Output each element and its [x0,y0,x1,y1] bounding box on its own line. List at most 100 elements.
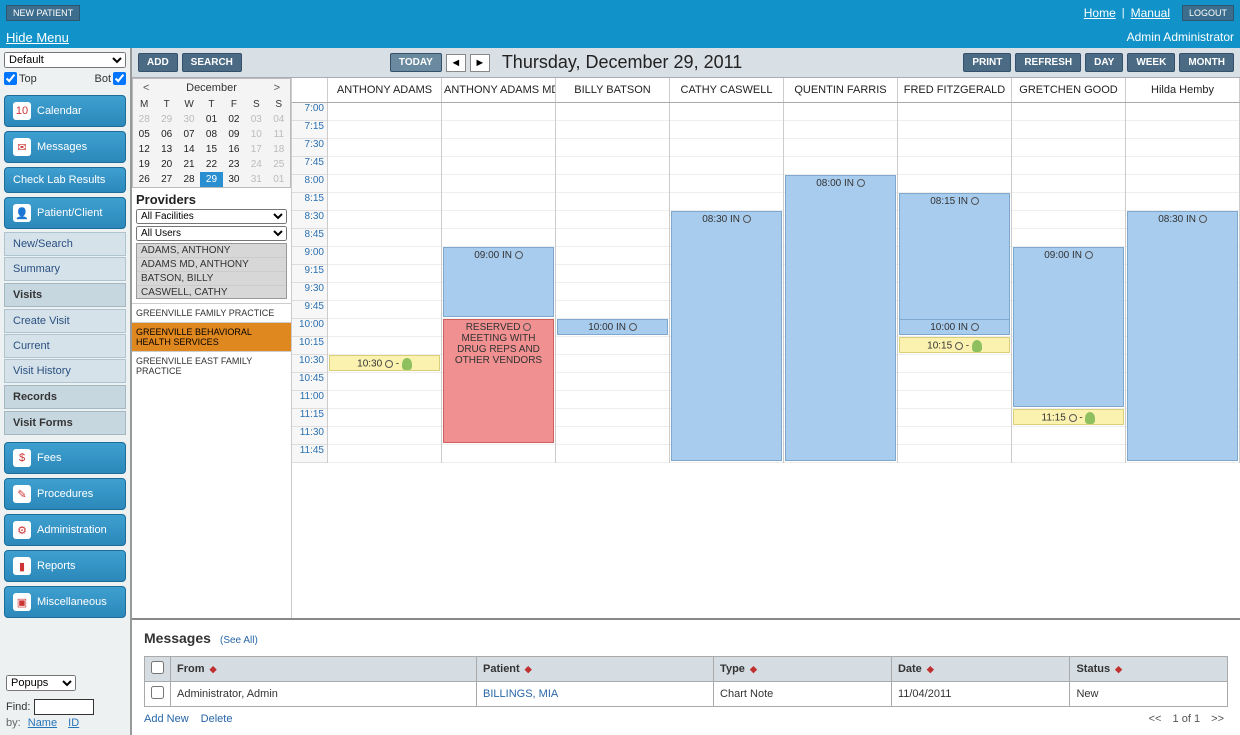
minical-day[interactable]: 11 [268,127,290,142]
users-select[interactable]: All Users [136,226,287,241]
by-id-link[interactable]: ID [68,717,79,729]
appointment[interactable]: 10:00 IN [899,319,1010,335]
provider-column[interactable]: 09:00 IN 11:15 - [1012,103,1126,463]
sub-new-search[interactable]: New/Search [4,232,126,256]
minical-day[interactable]: 28 [178,172,200,187]
appointment[interactable]: 08:00 IN [785,175,896,461]
appointment[interactable]: 08:30 IN [671,211,782,461]
pager-first[interactable]: << [1149,713,1162,725]
hide-menu-link[interactable]: Hide Menu [6,30,69,45]
sub-current[interactable]: Current [4,334,126,358]
find-input[interactable] [34,699,94,715]
appointment[interactable]: RESERVED MEETING WITH DRUG REPS AND OTHE… [443,319,554,443]
minical-day[interactable]: 02 [223,112,245,127]
minical-next[interactable]: > [270,82,284,94]
check-lab-button[interactable]: Check Lab Results [4,167,126,193]
pager-last[interactable]: >> [1211,713,1224,725]
minical-day[interactable]: 29 [200,172,222,187]
provider-column[interactable]: 08:30 IN [1126,103,1240,463]
minical-day[interactable]: 31 [245,172,267,187]
minical-day[interactable]: 09 [223,127,245,142]
minical-day[interactable]: 25 [268,157,290,172]
nav-miscellaneous[interactable]: ▣Miscellaneous [4,586,126,618]
msg-col-status[interactable]: Status ◆ [1070,657,1228,682]
sort-icon[interactable]: ◆ [927,664,934,674]
provider-option[interactable]: BATSON, BILLY [137,272,286,286]
add-new-link[interactable]: Add New [144,713,189,725]
by-name-link[interactable]: Name [28,717,57,729]
minical-day[interactable]: 21 [178,157,200,172]
row-checkbox[interactable] [151,686,164,699]
provider-column[interactable]: 08:00 IN [784,103,898,463]
minical-day[interactable]: 26 [133,172,155,187]
minical-day[interactable]: 20 [155,157,177,172]
provider-column-header[interactable]: FRED FITZGERALD [898,78,1012,102]
popups-select[interactable]: Popups [6,675,76,691]
provider-column-header[interactable]: CATHY CASWELL [670,78,784,102]
minical-day[interactable]: 06 [155,127,177,142]
appointment[interactable]: 10:15 - [899,337,1010,353]
appointment[interactable]: 10:30 - [329,355,440,371]
minical-day[interactable]: 03 [245,112,267,127]
msg-col-from[interactable]: From ◆ [171,657,477,682]
patient-link[interactable]: BILLINGS, MIA [483,688,558,700]
top-checkbox[interactable]: Top [4,72,37,85]
minical-day[interactable]: 13 [155,142,177,157]
appointment[interactable]: 10:00 IN [557,319,668,335]
minical-day[interactable]: 08 [200,127,222,142]
month-view-button[interactable]: MONTH [1179,53,1234,72]
provider-column-header[interactable]: QUENTIN FARRIS [784,78,898,102]
minical-day[interactable]: 17 [245,142,267,157]
msg-col-date[interactable]: Date ◆ [891,657,1070,682]
provider-option[interactable]: CASWELL, CATHY [137,286,286,299]
provider-column-header[interactable]: ANTHONY ADAMS [328,78,442,102]
print-button[interactable]: PRINT [963,53,1011,72]
provider-column-header[interactable]: GRETCHEN GOOD [1012,78,1126,102]
minical-day[interactable]: 22 [200,157,222,172]
minical-day[interactable]: 01 [268,172,290,187]
new-patient-button[interactable]: NEW PATIENT [6,5,80,21]
facility-item[interactable]: GREENVILLE FAMILY PRACTICE [132,303,291,322]
msg-col-type[interactable]: Type ◆ [714,657,892,682]
providers-listbox[interactable]: ADAMS, ANTHONYADAMS MD, ANTHONYBATSON, B… [136,243,287,299]
nav-calendar[interactable]: 10Calendar [4,95,126,127]
minical-day[interactable]: 15 [200,142,222,157]
minical-day[interactable]: 27 [155,172,177,187]
provider-column-header[interactable]: ANTHONY ADAMS MD [442,78,556,102]
nav-procedures[interactable]: ✎Procedures [4,478,126,510]
sort-icon[interactable]: ◆ [1115,664,1122,674]
nav-messages[interactable]: ✉Messages [4,131,126,163]
minical-day[interactable]: 18 [268,142,290,157]
sort-icon[interactable]: ◆ [525,664,532,674]
provider-column-header[interactable]: Hilda Hemby [1126,78,1240,102]
add-button[interactable]: ADD [138,53,178,72]
nav-administration[interactable]: ⚙Administration [4,514,126,546]
provider-option[interactable]: ADAMS, ANTHONY [137,244,286,258]
sort-icon[interactable]: ◆ [210,664,217,674]
home-link[interactable]: Home [1084,6,1116,20]
records-heading[interactable]: Records [4,385,126,409]
today-button[interactable]: TODAY [390,53,442,72]
minical-day[interactable]: 01 [200,112,222,127]
facility-item[interactable]: GREENVILLE EAST FAMILY PRACTICE [132,351,291,380]
sub-visit-history[interactable]: Visit History [4,359,126,383]
manual-link[interactable]: Manual [1131,6,1170,20]
sub-summary[interactable]: Summary [4,257,126,281]
appointment[interactable]: 09:00 IN [1013,247,1124,407]
minical-day[interactable]: 30 [178,112,200,127]
nav-fees[interactable]: $Fees [4,442,126,474]
minical-day[interactable]: 07 [178,127,200,142]
minical-day[interactable]: 14 [178,142,200,157]
minical-prev[interactable]: < [139,82,153,94]
appointment[interactable]: 09:00 IN [443,247,554,317]
provider-option[interactable]: ADAMS MD, ANTHONY [137,258,286,272]
delete-link[interactable]: Delete [201,713,233,725]
next-day-button[interactable]: ► [470,54,490,72]
group-select[interactable]: Default [4,52,126,68]
facility-item[interactable]: GREENVILLE BEHAVIORAL HEALTH SERVICES [132,322,291,351]
minical-day[interactable]: 30 [223,172,245,187]
provider-column[interactable]: 10:30 - [328,103,442,463]
select-all-checkbox[interactable] [151,661,164,674]
visit-forms-heading[interactable]: Visit Forms [4,411,126,435]
see-all-link[interactable]: (See All) [220,635,258,646]
